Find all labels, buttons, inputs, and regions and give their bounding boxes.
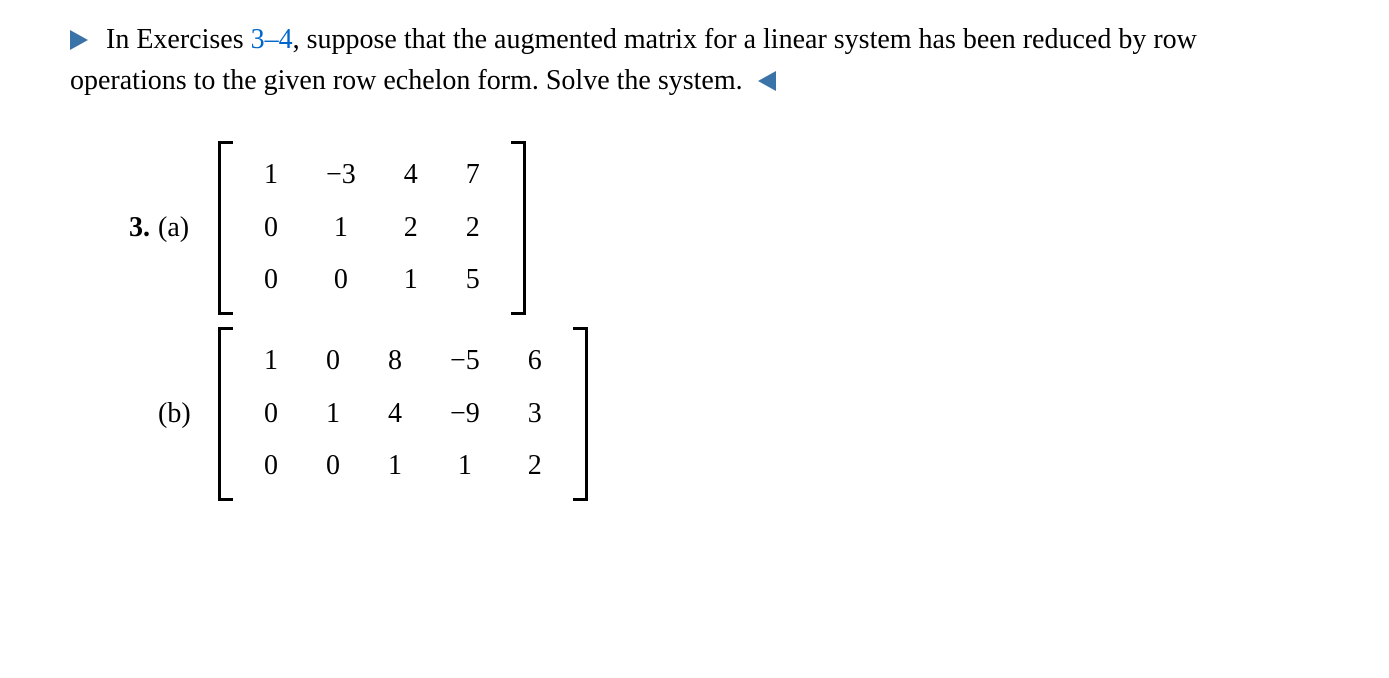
cell: 0 — [302, 440, 364, 493]
cell: 3 — [504, 388, 566, 441]
exercise-number: 3. — [110, 208, 150, 249]
cell: 1 — [240, 335, 302, 388]
exercise-part-a: 3. (a) 1 −3 4 7 0 1 2 2 0 0 1 5 — [110, 141, 1319, 315]
cell: 2 — [504, 440, 566, 493]
cell: 1 — [380, 254, 442, 307]
cell: 0 — [240, 202, 302, 255]
cell: 1 — [364, 440, 426, 493]
cell: 5 — [442, 254, 504, 307]
cell: 0 — [240, 388, 302, 441]
cell: 2 — [442, 202, 504, 255]
cell: 0 — [240, 440, 302, 493]
cell: 1 — [302, 202, 380, 255]
cell: 8 — [364, 335, 426, 388]
cell: 4 — [364, 388, 426, 441]
cell: −3 — [302, 149, 380, 202]
left-bracket-icon — [218, 141, 228, 315]
play-right-icon — [70, 30, 88, 50]
cell: 2 — [380, 202, 442, 255]
play-left-icon — [758, 71, 776, 91]
right-bracket-icon — [516, 141, 526, 315]
matrix-a: 1 −3 4 7 0 1 2 2 0 0 1 5 — [218, 141, 526, 315]
cell: 0 — [302, 335, 364, 388]
exercise-part-b: (b) 1 0 8 −5 6 0 1 4 −9 3 0 0 1 1 — [110, 327, 1319, 501]
cell: 4 — [380, 149, 442, 202]
matrix-b: 1 0 8 −5 6 0 1 4 −9 3 0 0 1 1 2 — [218, 327, 588, 501]
cell: 0 — [302, 254, 380, 307]
cell: 6 — [504, 335, 566, 388]
cell: 7 — [442, 149, 504, 202]
exercise-ref-link[interactable]: 3–4 — [251, 24, 293, 55]
cell: −5 — [426, 335, 504, 388]
cell: 1 — [240, 149, 302, 202]
intro-text: In Exercises 3–4, suppose that the augme… — [70, 20, 1319, 101]
cell: 0 — [240, 254, 302, 307]
cell: 1 — [302, 388, 364, 441]
part-b-label: (b) — [158, 394, 200, 435]
left-bracket-icon — [218, 327, 228, 501]
cell: 1 — [426, 440, 504, 493]
intro-prefix: In Exercises — [106, 24, 251, 55]
part-a-label: (a) — [158, 208, 200, 249]
cell: −9 — [426, 388, 504, 441]
right-bracket-icon — [578, 327, 588, 501]
